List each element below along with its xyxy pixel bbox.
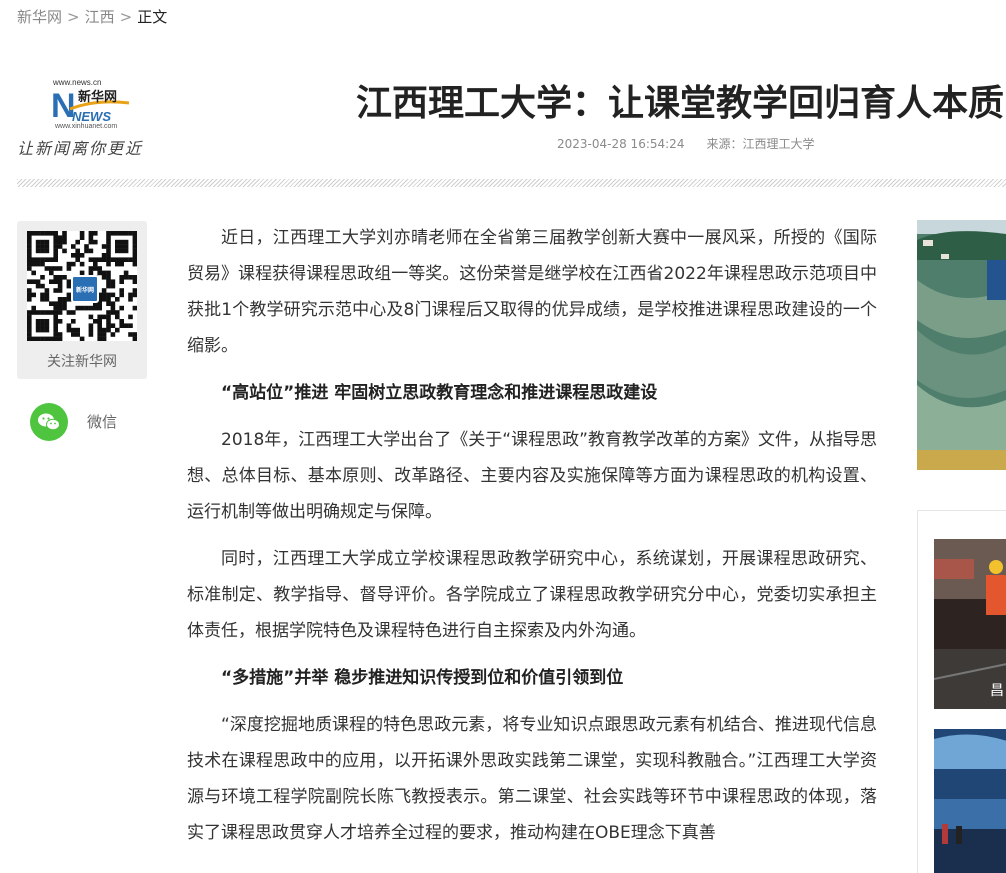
header-divider	[17, 179, 1006, 187]
article-datetime: 2023-04-28 16:54:24	[557, 137, 685, 151]
article-body: 近日，江西理工大学刘亦晴老师在全省第三届教学创新大赛中一展风采，所授的《国际贸易…	[187, 220, 877, 862]
logo-slogan: 让新闻离你更近	[17, 139, 144, 158]
breadcrumb-link-jiangxi[interactable]: 江西	[85, 8, 115, 26]
wechat-share-button[interactable]: 微信	[30, 403, 150, 443]
article-subheading: “高站位”推进 牢固树立思政教育理念和推进课程思政建设	[221, 383, 658, 403]
breadcrumb-separator: >	[119, 8, 133, 26]
landscape-photo-icon	[917, 220, 1006, 470]
article-meta: 2023-04-28 16:54:24 来源：江西理工大学	[557, 135, 814, 153]
sidebar-related-panel: 昌	[917, 510, 1006, 873]
wechat-icon	[30, 403, 68, 441]
related-thumb-1-caption: 昌	[990, 683, 1004, 699]
article-paragraph: 近日，江西理工大学刘亦晴老师在全省第三届教学创新大赛中一展风采，所授的《国际贸易…	[187, 228, 877, 356]
site-logo[interactable]: www.news.cn N NEWS 新华网 www.xinhuanet.com…	[17, 78, 152, 162]
wechat-label: 微信	[87, 413, 118, 431]
breadcrumb-separator: >	[67, 8, 80, 26]
article-paragraph: 2018年，江西理工大学出台了《关于“课程思政”教育教学改革的方案》文件，从指导…	[187, 430, 877, 522]
logo-url-bottom: www.xinhuanet.com	[55, 123, 118, 130]
article-source: 江西理工大学	[742, 137, 815, 151]
xinhua-logo-mark: N NEWS 新华网	[51, 87, 130, 125]
article-subheading: “多措施”并举 稳步推进知识传授到位和价值引领到位	[221, 668, 624, 688]
qr-badge-text: 新华网	[76, 286, 94, 294]
breadcrumb-link-home[interactable]: 新华网	[17, 8, 62, 26]
qr-center-badge: 新华网	[71, 275, 99, 303]
article-paragraph: “深度挖掘地质课程的特色思政元素，将专业知识点跟思政元素有机结合、推进现代信息技…	[187, 715, 877, 843]
article-source-label: 来源：	[706, 137, 743, 151]
related-thumb-2[interactable]	[934, 729, 1006, 873]
sidebar-feature-image[interactable]	[917, 220, 1006, 470]
related-thumb-1[interactable]: 昌	[934, 539, 1006, 709]
article-title: 江西理工大学：让课堂教学回归育人本质	[356, 83, 1005, 124]
qr-follow-label: 关注新华网	[47, 354, 117, 370]
qr-follow-card: 新华网 关注新华网	[17, 221, 147, 379]
stage-photo-icon	[934, 729, 1006, 873]
logo-brand-cn: 新华网	[78, 89, 117, 105]
article-page: 新华网 > 江西 > 正文 www.news.cn N NEWS 新华网 www.xin…	[0, 0, 1006, 873]
article-paragraph: 同时，江西理工大学成立学校课程思政教学研究中心，系统谋划，开展课程思政研究、标准…	[187, 549, 877, 641]
breadcrumb: 新华网 > 江西 > 正文	[17, 7, 167, 27]
breadcrumb-current: 正文	[137, 8, 168, 26]
qr-code: 新华网	[27, 231, 138, 342]
